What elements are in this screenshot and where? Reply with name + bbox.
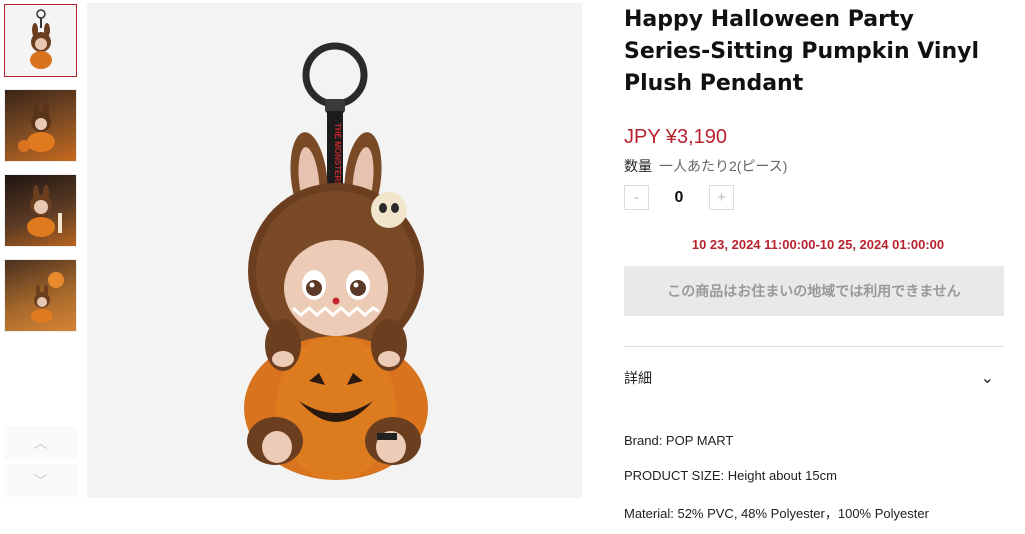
plush-thumbnail-icon bbox=[26, 184, 62, 237]
plush-thumbnail-icon bbox=[29, 8, 52, 69]
quantity-label: 数量 bbox=[624, 158, 652, 174]
thumbnail-2[interactable] bbox=[4, 89, 77, 162]
product-price: JPY ¥3,190 bbox=[624, 126, 728, 148]
thumbnail-scroll-up-button[interactable]: ︿ bbox=[4, 426, 77, 459]
spec-material: Material: 52% PVC, 48% Polyester，100% Po… bbox=[624, 506, 929, 521]
unavailable-button[interactable]: この商品はお住まいの地域では利用できません bbox=[624, 266, 1004, 316]
quantity-value[interactable]: 0 bbox=[649, 189, 709, 207]
quantity-stepper: - 0 + bbox=[624, 185, 1004, 210]
quantity-limit-note: 一人あたり2(ピース) bbox=[659, 158, 788, 174]
chevron-down-icon: ﹀ bbox=[33, 472, 48, 489]
plush-thumbnail-icon bbox=[30, 271, 64, 323]
chevron-down-icon: ⌄ bbox=[980, 370, 994, 387]
quantity-row: 数量 一人あたり2(ピース) bbox=[624, 156, 1004, 176]
chevron-up-icon: ︿ bbox=[33, 434, 48, 451]
thumbnail-3[interactable] bbox=[4, 174, 77, 247]
plush-thumbnail-icon bbox=[17, 101, 55, 152]
sale-period: 10 23, 2024 11:00:00-10 25, 2024 01:00:0… bbox=[691, 237, 945, 252]
thumbnail-1[interactable] bbox=[4, 4, 77, 77]
details-toggle[interactable]: 詳細 ⌄ bbox=[624, 368, 994, 388]
product-title: Happy Halloween Party Series-Sitting Pum… bbox=[624, 7, 980, 96]
decrement-button[interactable]: - bbox=[624, 185, 649, 210]
increment-button[interactable]: + bbox=[709, 185, 734, 210]
thumbnail-scroll-down-button[interactable]: ﹀ bbox=[4, 464, 77, 497]
spec-size: PRODUCT SIZE: Height about 15cm bbox=[624, 468, 837, 483]
plush-pendant-illustration: THE MONSTERS bbox=[244, 42, 428, 480]
spec-brand: Brand: POP MART bbox=[624, 433, 734, 448]
product-info-panel: Happy Halloween Party Series-Sitting Pum… bbox=[624, 0, 1004, 316]
thumbnail-4[interactable] bbox=[4, 259, 77, 332]
divider bbox=[624, 346, 1004, 347]
strap-text: THE MONSTERS bbox=[333, 123, 342, 187]
details-label: 詳細 bbox=[624, 370, 652, 386]
thumbnail-gallery bbox=[4, 4, 77, 344]
main-product-image[interactable]: THE MONSTERS bbox=[87, 3, 582, 498]
